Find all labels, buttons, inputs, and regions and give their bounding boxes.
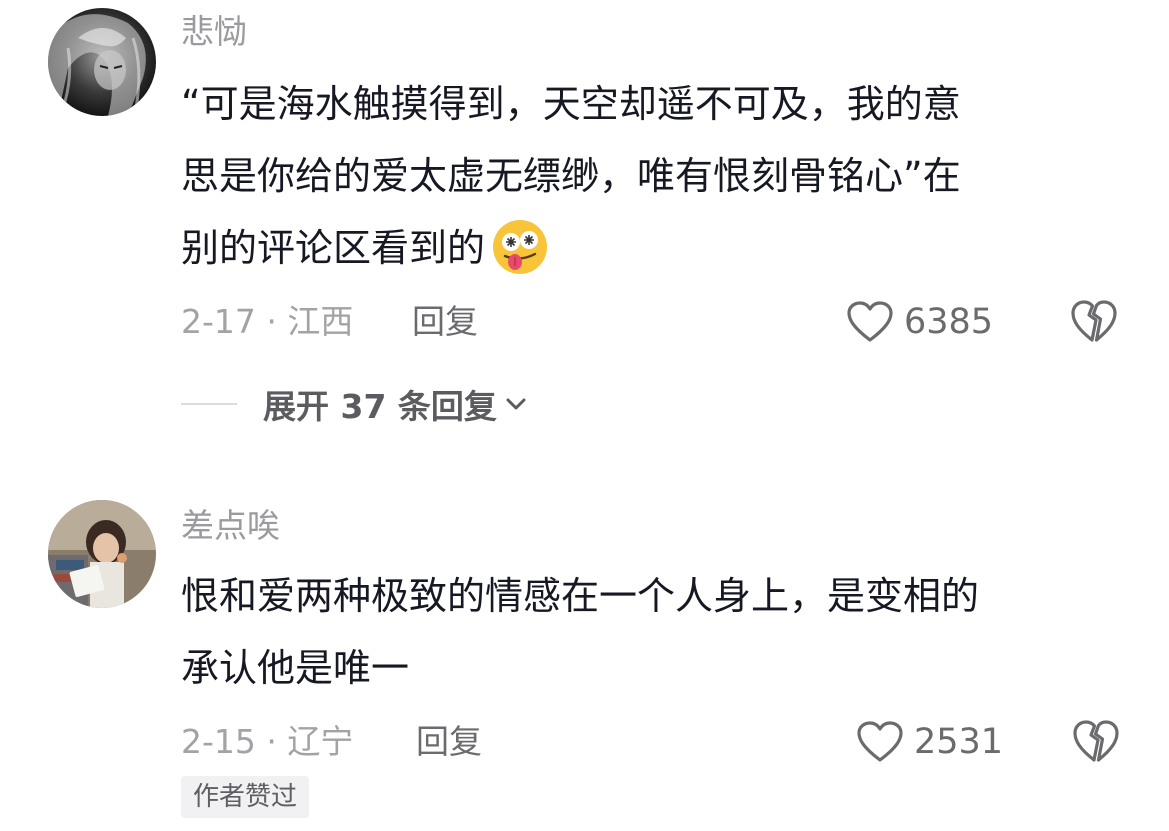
broken-heart-icon [1073,720,1119,762]
heart-outline-icon [857,721,903,762]
comment-text-line: 思是你给的爱太虚无缥缈，唯有恨刻骨铭心”在 [181,154,961,198]
like-count: 6385 [904,302,994,342]
comment-date-location: 2-15 · 辽宁 [181,722,354,761]
dark-haired-anime-avatar-icon [48,8,156,116]
expand-replies-label: 展开 37 条回复 [263,387,497,426]
comment-text: “可是海水触摸得到，天空却遥不可及，我的意 思是你给的爱太虚无缥缈，唯有恨刻骨铭… [181,68,1111,284]
dislike-button[interactable] [1070,298,1118,344]
expand-replies-button[interactable]: 展开 37 条回复 [181,384,529,426]
comment-date-location: 2-17 · 江西 [181,302,354,341]
reply-button[interactable]: 回复 [416,722,482,762]
comment-item: 悲恸 “可是海水触摸得到，天空却遥不可及，我的意 思是你给的爱太虚无缥缈，唯有恨… [0,0,1169,460]
comment-text-line: 恨和爱两种极致的情感在一个人身上，是变相的 [181,574,980,618]
chevron-down-icon [506,398,526,410]
comment-item: 差点唉 恨和爱两种极致的情感在一个人身上，是变相的 承认他是唯一 2-15 · … [0,492,1169,831]
avatar[interactable] [48,500,156,608]
comment-text-line: 承认他是唯一 [181,646,410,690]
like-button[interactable]: 2531 [856,718,1003,766]
username[interactable]: 差点唉 [181,506,280,546]
like-button[interactable]: 6385 [846,298,993,346]
comment-text-line: 别的评论区看到的 [181,212,1111,284]
username[interactable]: 悲恸 [181,12,247,52]
heart-outline-icon [847,301,893,342]
reply-button[interactable]: 回复 [412,302,478,342]
avatar[interactable] [48,8,156,116]
dizzy-tongue-out-emoji-icon [493,219,548,274]
dislike-button[interactable] [1072,718,1120,764]
comment-text-line-content: 别的评论区看到的 [181,226,486,270]
like-count: 2531 [914,722,1004,762]
divider [181,403,237,405]
broken-heart-icon [1071,300,1117,342]
person-photo-avatar-icon [48,500,156,608]
author-liked-badge: 作者赞过 [181,776,310,818]
comment-text: 恨和爱两种极致的情感在一个人身上，是变相的 承认他是唯一 [181,560,1111,704]
comment-text-line: “可是海水触摸得到，天空却遥不可及，我的意 [181,82,961,126]
